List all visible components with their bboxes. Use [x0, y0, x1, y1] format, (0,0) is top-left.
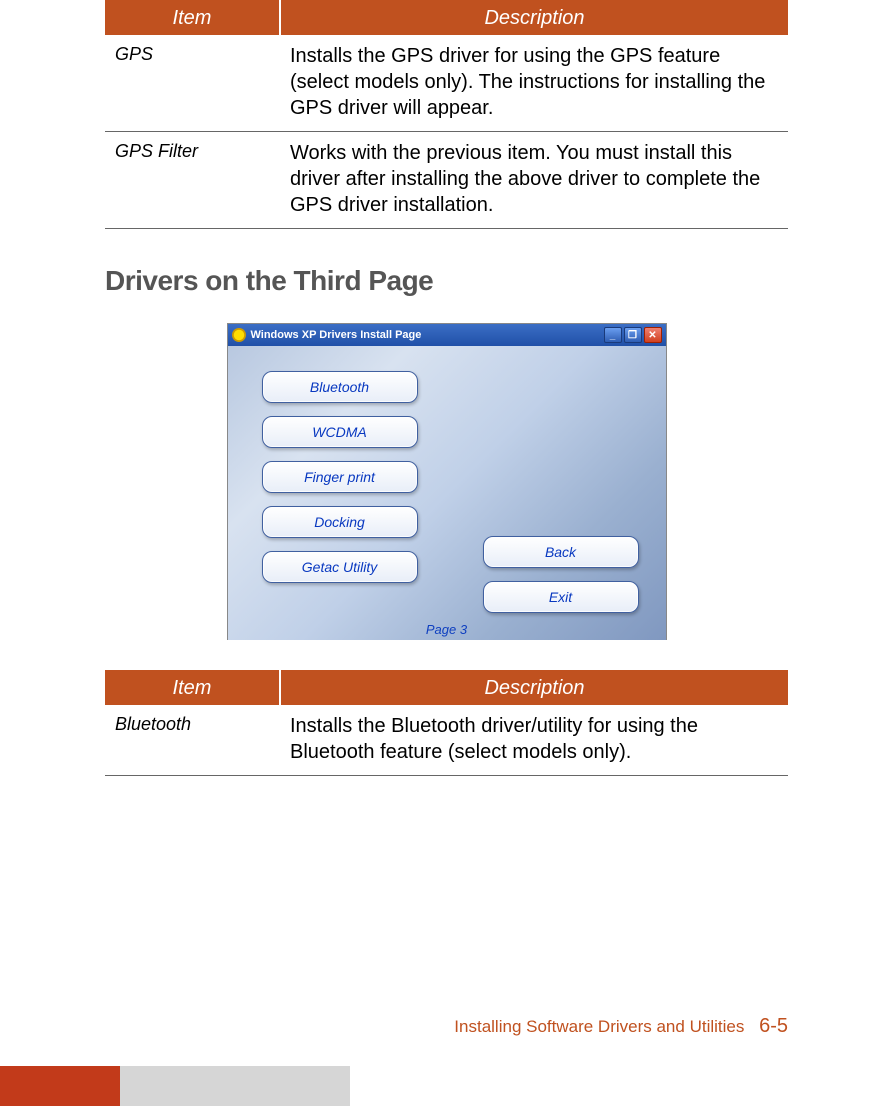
page-number: 6-5: [759, 1015, 788, 1037]
section-heading: Drivers on the Third Page: [105, 265, 788, 297]
getac-utility-button[interactable]: Getac Utility: [262, 551, 418, 583]
item-name: GPS: [105, 35, 280, 132]
table-row: GPS Filter Works with the previous item.…: [105, 132, 788, 229]
wcdma-button[interactable]: WCDMA: [262, 416, 418, 448]
item-desc: Installs the Bluetooth driver/utility fo…: [280, 705, 788, 776]
window-title: Windows XP Drivers Install Page: [251, 329, 604, 341]
window-titlebar: Windows XP Drivers Install Page _ ❐ ✕: [228, 324, 666, 346]
exit-button[interactable]: Exit: [483, 581, 639, 613]
installer-screenshot: Windows XP Drivers Install Page _ ❐ ✕ Bl…: [227, 323, 667, 640]
page-indicator: Page 3: [228, 622, 666, 637]
item-name: GPS Filter: [105, 132, 280, 229]
item-name: Bluetooth: [105, 705, 280, 776]
item-desc: Installs the GPS driver for using the GP…: [280, 35, 788, 132]
table-row: Bluetooth Installs the Bluetooth driver/…: [105, 705, 788, 776]
col-header-item: Item: [105, 671, 280, 705]
footer-section: Installing Software Drivers and Utilitie…: [454, 1017, 744, 1036]
footer: Installing Software Drivers and Utilitie…: [454, 1015, 788, 1038]
docking-button[interactable]: Docking: [262, 506, 418, 538]
smiley-icon: [232, 328, 246, 342]
installer-body: Bluetooth WCDMA Finger print Docking Get…: [228, 346, 666, 640]
close-button[interactable]: ✕: [644, 327, 662, 343]
minimize-button[interactable]: _: [604, 327, 622, 343]
driver-table-1: Item Description GPS Installs the GPS dr…: [105, 0, 788, 229]
fingerprint-button[interactable]: Finger print: [262, 461, 418, 493]
table-row: GPS Installs the GPS driver for using th…: [105, 35, 788, 132]
maximize-button[interactable]: ❐: [624, 327, 642, 343]
col-header-desc: Description: [280, 1, 788, 35]
col-header-item: Item: [105, 1, 280, 35]
back-button[interactable]: Back: [483, 536, 639, 568]
decorative-footer-bar: [0, 1066, 350, 1106]
driver-table-2: Item Description Bluetooth Installs the …: [105, 670, 788, 776]
bluetooth-button[interactable]: Bluetooth: [262, 371, 418, 403]
item-desc: Works with the previous item. You must i…: [280, 132, 788, 229]
col-header-desc: Description: [280, 671, 788, 705]
